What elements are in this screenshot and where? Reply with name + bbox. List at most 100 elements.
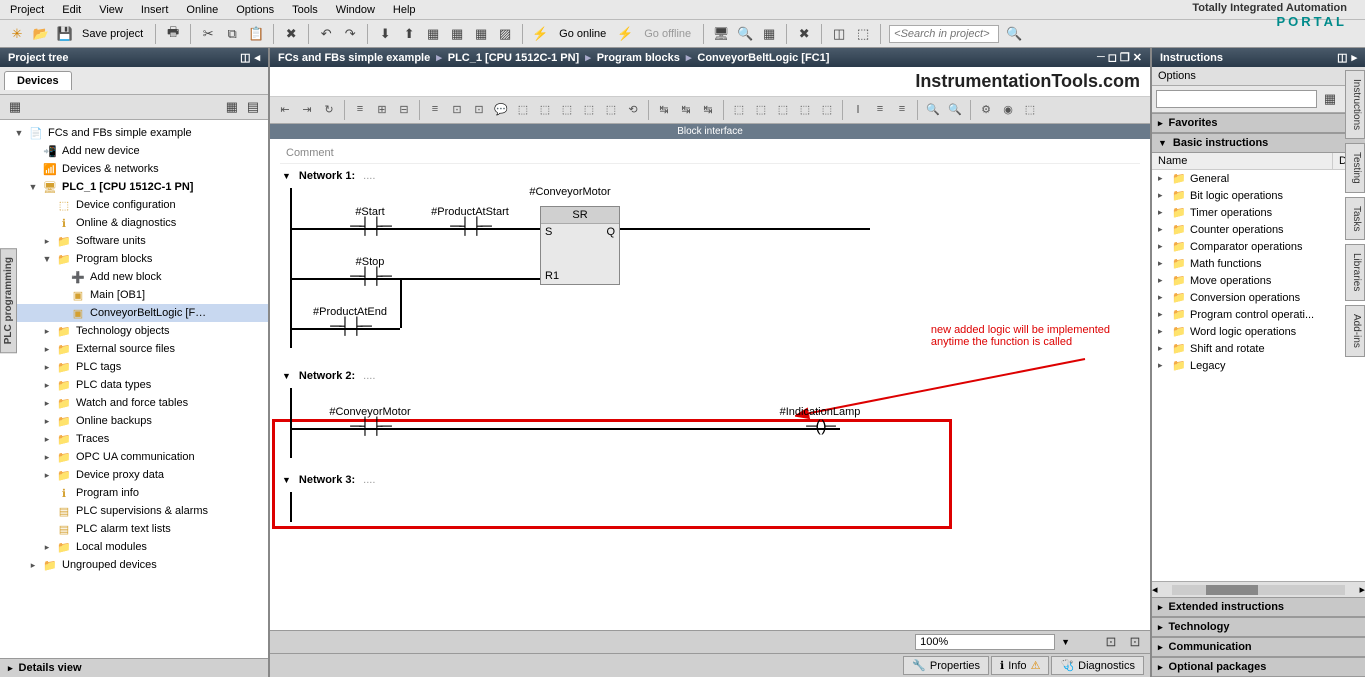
instruction-category[interactable]: ▸📁Legacy [1152, 357, 1365, 374]
pin-icon[interactable]: ◂ [254, 51, 260, 64]
et-icon[interactable]: 🔍 [924, 100, 942, 118]
menu-view[interactable]: View [99, 4, 123, 16]
horizontal-scrollbar[interactable]: ◂ ▸ [1152, 581, 1365, 597]
et-icon[interactable]: ↹ [677, 100, 695, 118]
tree-item[interactable]: ▸📁Watch and force tables [0, 394, 268, 412]
pin-icon[interactable]: ▸ [1351, 51, 1357, 64]
collapse-icon[interactable]: ▼ [282, 171, 291, 181]
et-icon[interactable]: ≡ [893, 100, 911, 118]
et-icon[interactable]: ⊡ [448, 100, 466, 118]
contact-conveyormotor[interactable]: #ConveyorMotor─┤ ├─ [310, 406, 430, 436]
instruction-category[interactable]: ▸📁Move operations [1152, 272, 1365, 289]
col-name[interactable]: Name [1152, 153, 1333, 169]
instruction-category[interactable]: ▸📁Program control operati... [1152, 306, 1365, 323]
et-icon[interactable]: ⬚ [730, 100, 748, 118]
tree-item[interactable]: ▸📁Traces [0, 430, 268, 448]
crumb-fc1[interactable]: ConveyorBeltLogic [FC1] [697, 52, 829, 64]
zoom-dropdown-icon[interactable]: ▼ [1061, 637, 1070, 647]
save-project-button[interactable]: Save project [82, 28, 143, 40]
et-icon[interactable]: ⬚ [774, 100, 792, 118]
side-tab-instructions[interactable]: Instructions [1345, 70, 1365, 139]
copy-icon[interactable]: ⧉ [223, 25, 241, 43]
tree-item[interactable]: ▤PLC supervisions & alarms [0, 502, 268, 520]
scroll-left-icon[interactable]: ◂ [1152, 583, 1158, 596]
undo-icon[interactable]: ↶ [317, 25, 335, 43]
et-icon[interactable]: ⬚ [818, 100, 836, 118]
et-icon[interactable]: Ⅰ [849, 100, 867, 118]
project-tree[interactable]: ▼📄FCs and FBs simple example📲Add new dev… [0, 120, 268, 658]
save-icon[interactable]: 💾 [56, 25, 74, 43]
ladder-editor[interactable]: Comment ▼ Network 1: .... #Start─┤ ├─ #P… [270, 139, 1150, 630]
collapse-icon[interactable]: ◫ [1337, 51, 1347, 64]
a1-icon[interactable]: 🖥 [712, 25, 730, 43]
tree-item[interactable]: ▸📁PLC data types [0, 376, 268, 394]
crumb-blocks[interactable]: Program blocks [597, 52, 680, 64]
info-tab[interactable]: ℹInfo⚠ [991, 656, 1049, 675]
tool3-icon[interactable]: ▨ [496, 25, 514, 43]
download-icon[interactable]: ⬇ [376, 25, 394, 43]
menu-project[interactable]: Project [10, 4, 44, 16]
menu-online[interactable]: Online [186, 4, 218, 16]
details-view-bar[interactable]: ▸ Details view [0, 658, 268, 677]
tree-item[interactable]: 📶Devices & networks [0, 160, 268, 178]
instruction-category[interactable]: ▸📁Math functions [1152, 255, 1365, 272]
et-icon[interactable]: 💬 [492, 100, 510, 118]
side-tab-testing[interactable]: Testing [1345, 143, 1365, 193]
favorites-section[interactable]: ▸Favorites [1152, 113, 1365, 133]
et-icon[interactable]: ⊞ [373, 100, 391, 118]
search-input[interactable] [889, 25, 999, 43]
instruction-category[interactable]: ▸📁Word logic operations [1152, 323, 1365, 340]
opt-icon[interactable]: ▦ [1321, 90, 1339, 108]
et-icon[interactable]: ⬚ [1021, 100, 1039, 118]
crumb-plc[interactable]: PLC_1 [CPU 1512C-1 PN] [448, 52, 579, 64]
cut-icon[interactable]: ✂ [199, 25, 217, 43]
crumb-project[interactable]: FCs and FBs simple example [278, 52, 430, 64]
et-icon[interactable]: ≡ [871, 100, 889, 118]
extended-instructions-section[interactable]: ▸Extended instructions [1152, 597, 1365, 617]
upload-icon[interactable]: ⬆ [400, 25, 418, 43]
diagnostics-tab[interactable]: 🩺Diagnostics [1051, 656, 1144, 675]
tree-item[interactable]: ℹOnline & diagnostics [0, 214, 268, 232]
basic-instructions-section[interactable]: ▼Basic instructions [1152, 133, 1365, 153]
et-icon[interactable]: ⇤ [276, 100, 294, 118]
side-tab-libraries[interactable]: Libraries [1345, 244, 1365, 300]
tree-item[interactable]: ➕Add new block [0, 268, 268, 286]
menu-options[interactable]: Options [236, 4, 274, 16]
network1-header[interactable]: ▼ Network 1: .... [280, 164, 1140, 188]
et-icon[interactable]: ↻ [320, 100, 338, 118]
network3-rung[interactable] [290, 492, 1140, 522]
print-icon[interactable]: 🖶 [164, 25, 182, 43]
technology-section[interactable]: ▸Technology [1152, 617, 1365, 637]
instruction-category[interactable]: ▸📁Bit logic operations [1152, 187, 1365, 204]
a3-icon[interactable]: ▦ [760, 25, 778, 43]
et-icon[interactable]: ◉ [999, 100, 1017, 118]
menu-insert[interactable]: Insert [141, 4, 169, 16]
paste-icon[interactable]: 📋 [247, 25, 265, 43]
menu-window[interactable]: Window [336, 4, 375, 16]
menu-tools[interactable]: Tools [292, 4, 318, 16]
view2-icon[interactable]: ▤ [244, 98, 262, 116]
tree-item[interactable]: ▣Main [OB1] [0, 286, 268, 304]
close-window-icon[interactable]: ✕ [1133, 51, 1142, 64]
tree-item[interactable]: ▸📁OPC UA communication [0, 448, 268, 466]
view1-icon[interactable]: ▦ [223, 98, 241, 116]
go-offline-icon[interactable]: ⚡ [616, 25, 634, 43]
restore-icon[interactable]: ❐ [1120, 51, 1130, 64]
et-icon[interactable]: ⬚ [752, 100, 770, 118]
tree-item[interactable]: ▸📁Software units [0, 232, 268, 250]
et-icon[interactable]: ↹ [699, 100, 717, 118]
tree-item[interactable]: ▸📁Technology objects [0, 322, 268, 340]
instruction-category[interactable]: ▸📁Conversion operations [1152, 289, 1365, 306]
tool-icon[interactable]: ▦ [448, 25, 466, 43]
scroll-right-icon[interactable]: ▸ [1359, 583, 1365, 596]
sr-block[interactable]: SR SQ R1 [540, 206, 620, 285]
instruction-category[interactable]: ▸📁Counter operations [1152, 221, 1365, 238]
network-view-icon[interactable]: ▦ [6, 98, 24, 116]
open-project-icon[interactable]: 📂 [32, 25, 50, 43]
tree-item[interactable]: ▸📁PLC tags [0, 358, 268, 376]
tree-item[interactable]: ▸📁Ungrouped devices [0, 556, 268, 574]
go-online-button[interactable]: Go online [559, 28, 606, 40]
minimize-icon[interactable]: ─ [1097, 51, 1105, 64]
tree-item[interactable]: ▸📁External source files [0, 340, 268, 358]
zoom-fit-icon[interactable]: ⊡ [1102, 633, 1120, 651]
